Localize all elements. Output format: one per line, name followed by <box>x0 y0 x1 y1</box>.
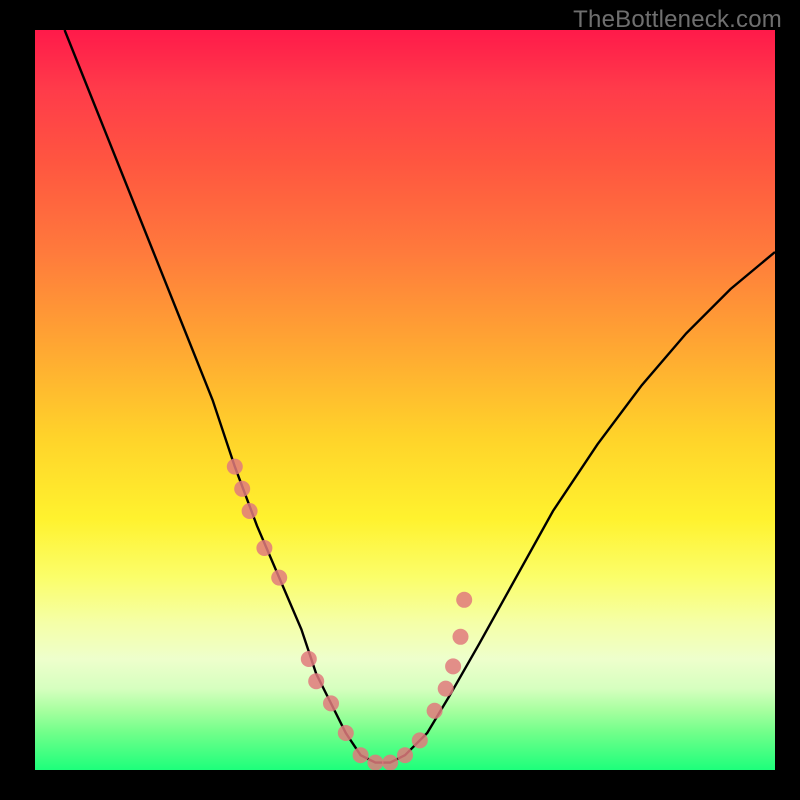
highlight-dot <box>323 695 339 711</box>
highlight-dot <box>308 673 324 689</box>
highlight-dot <box>227 459 243 475</box>
highlight-dot <box>242 503 258 519</box>
bottleneck-curve <box>65 30 775 763</box>
highlight-dot <box>256 540 272 556</box>
highlight-dot <box>412 732 428 748</box>
highlight-dot <box>271 570 287 586</box>
highlight-dot <box>234 481 250 497</box>
highlight-dot <box>453 629 469 645</box>
highlight-dot <box>367 755 383 770</box>
curve-layer <box>35 30 775 770</box>
plot-area <box>35 30 775 770</box>
highlight-dot <box>338 725 354 741</box>
watermark-text: TheBottleneck.com <box>573 6 782 34</box>
highlight-dot <box>382 755 398 770</box>
highlight-dot <box>456 592 472 608</box>
highlight-dot <box>353 747 369 763</box>
highlight-dot <box>397 747 413 763</box>
highlight-dots-group <box>227 459 472 770</box>
highlight-dot <box>445 658 461 674</box>
highlight-dot <box>438 681 454 697</box>
highlight-dot <box>301 651 317 667</box>
highlight-dot <box>427 703 443 719</box>
chart-container: TheBottleneck.com <box>0 0 800 800</box>
